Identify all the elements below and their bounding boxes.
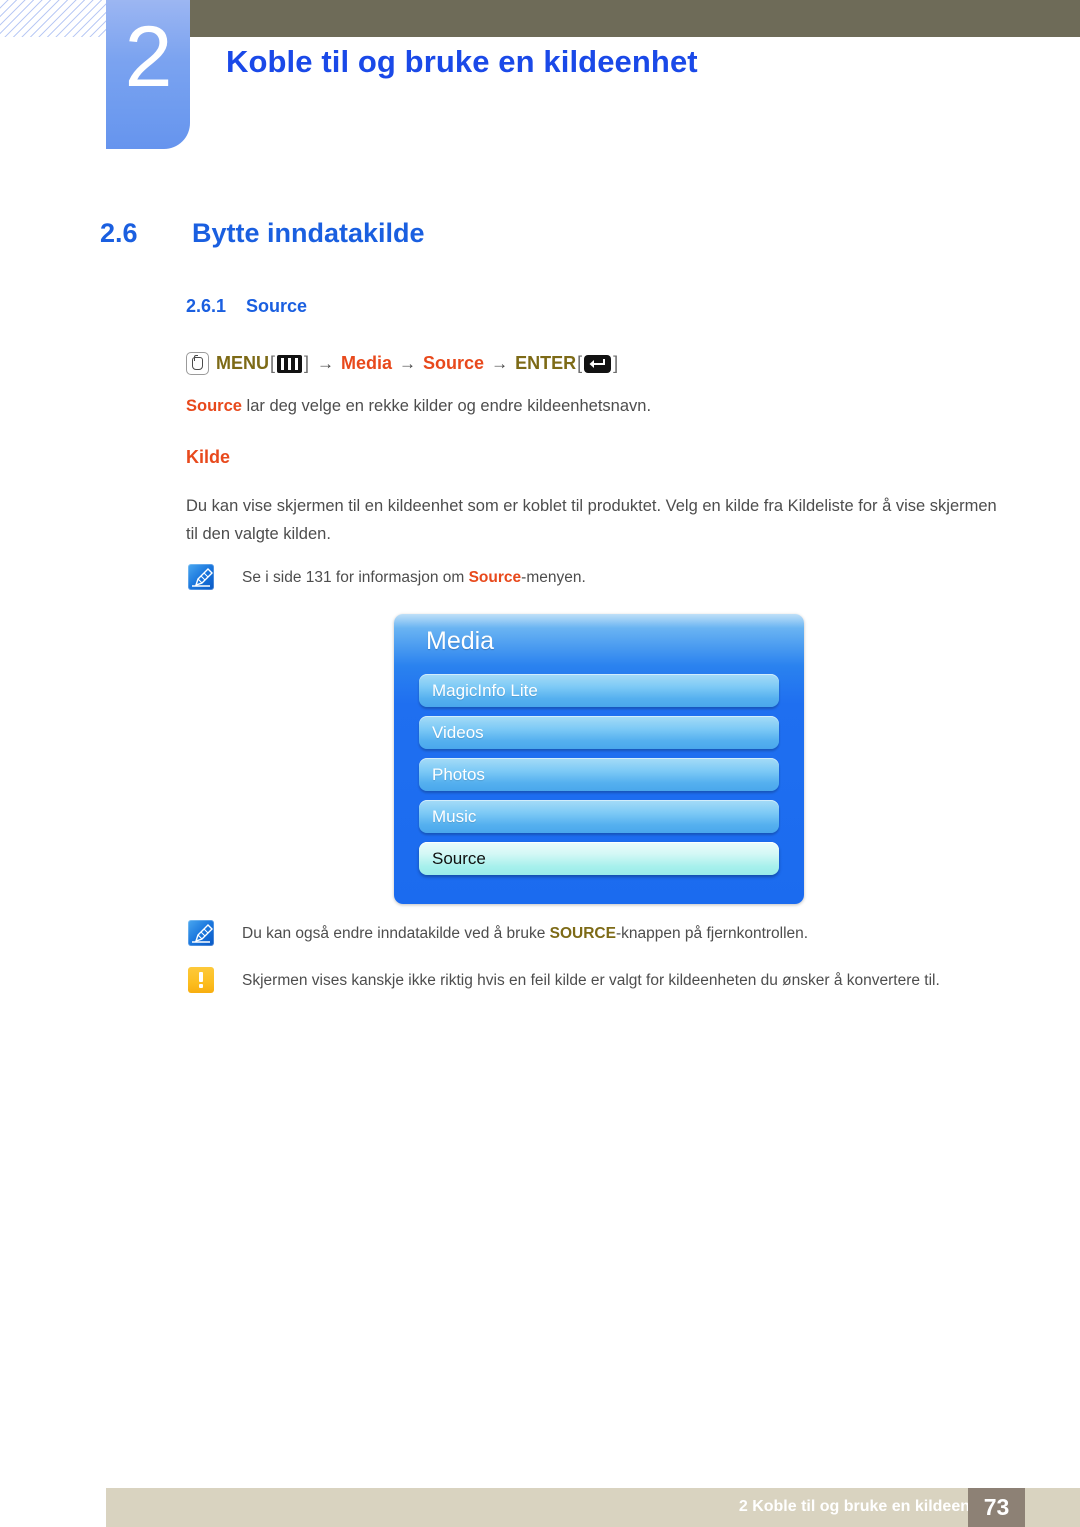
subsection-number: 2.6.1 [186,296,227,316]
footer-page-number: 73 [968,1488,1025,1527]
menu-step-media: Media [341,353,393,373]
source-intro-paragraph: Source lar deg velge en rekke kilder og … [186,392,651,420]
warning-icon [188,967,214,993]
osd-media-menu: Media MagicInfo Lite Videos Photos Music… [394,614,804,904]
osd-item-label: Photos [432,764,485,784]
note-text: Skjermen vises kanskje ikke riktig hvis … [242,972,940,989]
arrow-3: → [491,353,509,373]
osd-item-source[interactable]: Source [419,842,779,875]
menu-path-line: MENU [ ] → Media → Source → ENTER [ ] [186,352,619,375]
osd-item-music[interactable]: Music [419,800,779,833]
note-row: Du kan også endre inndatakilde ved å bru… [188,919,808,946]
osd-title: Media [426,627,495,655]
footer-text: 2 Koble til og bruke en kildeenhet [738,1498,994,1515]
subsection-heading: 2.6.1 Source [186,296,307,317]
osd-item-magicinfo-lite[interactable]: MagicInfo Lite [419,674,779,707]
source-term: Source [186,397,242,415]
section-number: 2.6 [100,218,138,248]
arrow-1: → [317,353,335,373]
enter-label: ENTER [515,353,577,373]
menu-button-icon [277,354,303,373]
osd-item-photos[interactable]: Photos [419,758,779,791]
note-emphasis: Source [468,569,522,586]
subsection-title: Source [246,296,308,316]
note-text: Se i side 131 for informasjon om Source-… [242,563,586,589]
chapter-number-tab: 2 [106,0,190,149]
note-emphasis: SOURCE [549,925,616,942]
note-row: Skjermen vises kanskje ikke riktig hvis … [188,966,940,993]
note-text-after: -menyen. [521,569,586,586]
osd-item-label: Music [432,806,477,826]
note-text-after: -knappen på fjernkontrollen. [615,925,809,942]
bracket-close-2: ] [613,353,619,373]
kilde-heading: Kilde [186,447,231,467]
bracket-close-1: ] [304,353,310,373]
menu-step-source: Source [423,353,485,373]
section-title: Bytte inndatakilde [192,218,425,248]
hand-press-icon [186,352,209,375]
section-heading: 2.6 Bytte inndatakilde [100,218,425,249]
bracket-open-2: [ [577,353,583,373]
osd-item-label: Source [432,848,486,868]
note-pen-icon [188,920,214,946]
chapter-number: 2 [124,9,173,105]
note-text-before: Se i side 131 for informasjon om [242,569,469,586]
note-text-before: Du kan også endre inndatakilde ved å bru… [242,925,550,942]
arrow-2: → [399,353,417,373]
chapter-title: Koble til og bruke en kildeenhet [226,44,698,79]
menu-label: MENU [216,353,269,373]
bracket-open-1: [ [270,353,276,373]
quill-pen-glyph [192,924,213,943]
return-arrow-glyph [589,358,606,368]
note-row: Se i side 131 for informasjon om Source-… [188,563,586,590]
olive-header-bar [150,0,1080,37]
description-paragraph: Du kan vise skjermen til en kildeenhet s… [186,497,997,544]
osd-item-label: Videos [432,722,484,742]
quill-pen-glyph [192,568,213,587]
enter-button-icon [584,354,612,373]
note-text: Du kan også endre inndatakilde ved å bru… [242,919,808,945]
osd-item-label: MagicInfo Lite [432,680,538,700]
osd-item-list: MagicInfo Lite Videos Photos Music Sourc… [419,674,779,884]
source-sentence: lar deg velge en rekke kilder og endre k… [241,397,652,415]
osd-item-videos[interactable]: Videos [419,716,779,749]
note-pen-icon [188,564,214,590]
